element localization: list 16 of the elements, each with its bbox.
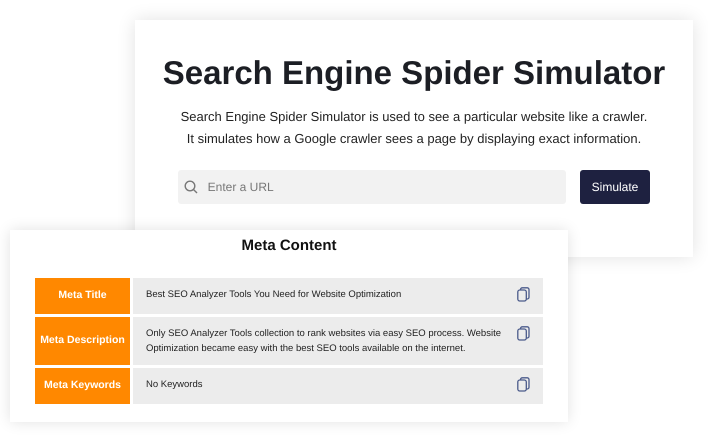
copy-icon[interactable] — [517, 287, 530, 302]
meta-value: Best SEO Analyzer Tools You Need for Website Optimization — [146, 288, 402, 302]
meta-label: Meta Title — [35, 278, 130, 314]
meta-value: Only SEO Analyzer Tools collection to rank websites via easy SEO process. Website Optimization became easy with the best SEO tools available on the internet. — [146, 326, 502, 356]
simulate-button[interactable]: Simulate — [580, 170, 650, 204]
url-field[interactable]: Enter a URL — [178, 170, 566, 204]
description-text: Search Engine Spider Simulator is used to see a particular website like a crawler. — [180, 108, 648, 126]
search-icon — [184, 180, 198, 194]
description-text: It simulates how a Google crawler sees a page by displaying exact information. — [186, 130, 642, 148]
copy-icon[interactable] — [517, 326, 530, 341]
meta-value: No Keywords — [146, 378, 202, 392]
meta-label: Meta Keywords — [35, 368, 130, 404]
section-title: Meta Content — [242, 236, 336, 256]
copy-icon[interactable] — [517, 376, 530, 392]
page-title: Search Engine Spider Simulator — [162, 53, 666, 93]
meta-label: Meta Description — [35, 316, 130, 365]
